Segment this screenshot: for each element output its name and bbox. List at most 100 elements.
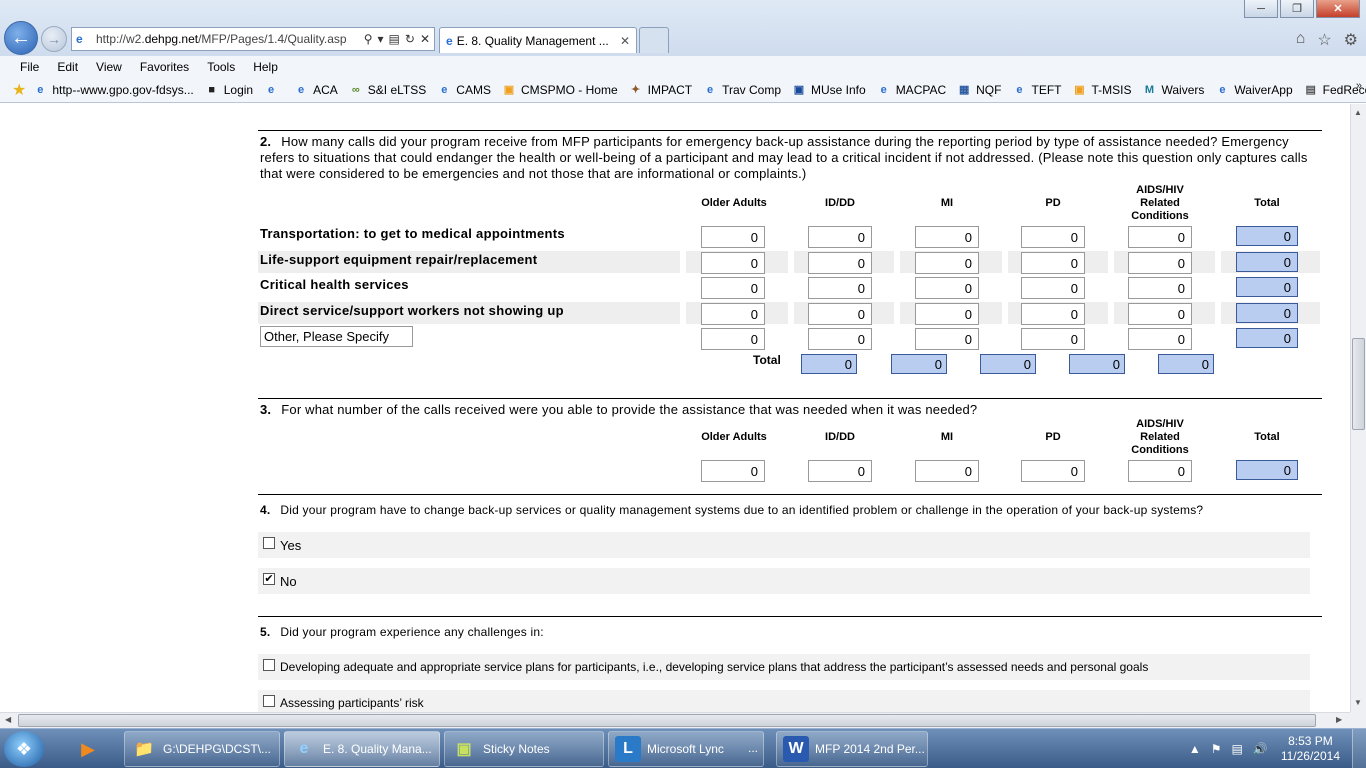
minimize-button[interactable]: ─	[1244, 0, 1278, 18]
menu-favorites[interactable]: Favorites	[131, 60, 198, 74]
menu-view[interactable]: View	[87, 60, 131, 74]
clock[interactable]: 8:53 PM 11/26/2014	[1281, 734, 1340, 764]
media-player-pin[interactable]: ▶	[62, 733, 114, 765]
favorite-link-7[interactable]: ✦ IMPACT	[628, 82, 692, 98]
taskbar-item-1[interactable]: e E. 8. Quality Mana...	[284, 731, 440, 767]
scroll-left-arrow-icon[interactable]: ◀	[5, 715, 11, 724]
count-input[interactable]: 0	[915, 328, 979, 350]
no-checkbox[interactable]: ✔	[263, 573, 275, 585]
taskbar-item-0[interactable]: 📁 G:\DEHPG\DCST\...	[124, 731, 280, 767]
show-hidden-icons-icon[interactable]: ▲	[1189, 742, 1201, 756]
vertical-scrollbar[interactable]: ▲ ▼	[1350, 104, 1366, 712]
favorite-link-6[interactable]: ▣ CMSPMO - Home	[501, 82, 618, 98]
taskbar-item-2[interactable]: ▣ Sticky Notes	[444, 731, 604, 767]
action-center-icon[interactable]: ⚑	[1211, 742, 1222, 756]
taskbar-item-5[interactable]: W MFP 2014 2nd Per...	[776, 731, 928, 767]
refresh-icon[interactable]: ↻	[405, 32, 415, 46]
stop-icon[interactable]: ✕	[420, 32, 430, 46]
vertical-scroll-thumb[interactable]	[1352, 338, 1365, 430]
volume-icon[interactable]: 🔊	[1253, 742, 1268, 756]
tools-gear-icon[interactable]: ⚙	[1344, 30, 1358, 50]
count-input[interactable]: 0	[808, 460, 872, 482]
option-row	[258, 568, 1310, 594]
count-input[interactable]: 0	[1021, 277, 1085, 299]
count-input[interactable]: 0	[1021, 226, 1085, 248]
show-desktop-button[interactable]	[1352, 729, 1366, 769]
favorite-link-0[interactable]: e http--www.gpo.gov-fdsys...	[32, 82, 193, 98]
favorite-link-11[interactable]: ▦ NQF	[956, 82, 1002, 98]
count-input[interactable]: 0	[915, 277, 979, 299]
count-input[interactable]: 0	[1021, 303, 1085, 325]
horizontal-scroll-thumb[interactable]	[18, 714, 1316, 727]
count-input[interactable]: 0	[808, 252, 872, 274]
yes-checkbox[interactable]	[263, 537, 275, 549]
menu-file[interactable]: File	[11, 60, 48, 74]
other-specify-input[interactable]: Other, Please Specify	[260, 326, 413, 347]
count-input[interactable]: 0	[808, 303, 872, 325]
scroll-right-arrow-icon[interactable]: ▶	[1336, 715, 1342, 724]
favorite-link-10[interactable]: e MACPAC	[876, 82, 947, 98]
taskbar-item-3[interactable]: L Microsoft Lync	[608, 731, 764, 767]
compatibility-view-icon[interactable]: ▤	[389, 32, 400, 46]
favorite-link-9[interactable]: ▣ MUse Info	[791, 82, 866, 98]
count-input[interactable]: 0	[701, 226, 765, 248]
developing-a-checkbox[interactable]	[263, 659, 275, 671]
count-input[interactable]: 0	[915, 252, 979, 274]
address-url[interactable]: http://w2.dehpg.net/MFP/Pages/1.4/Qualit…	[96, 32, 364, 46]
favorite-link-2[interactable]: e	[263, 82, 283, 98]
count-input[interactable]: 0	[1021, 252, 1085, 274]
favorite-link-5[interactable]: e CAMS	[436, 82, 491, 98]
dropdown-icon[interactable]: ▾	[378, 32, 384, 46]
menu-edit[interactable]: Edit	[48, 60, 87, 74]
close-window-button[interactable]: ✕	[1316, 0, 1360, 18]
scroll-up-arrow-icon[interactable]: ▲	[1354, 108, 1362, 117]
favorite-link-8[interactable]: e Trav Comp	[702, 82, 781, 98]
count-input[interactable]: 0	[701, 460, 765, 482]
count-input[interactable]: 0	[1128, 252, 1192, 274]
count-input[interactable]: 0	[808, 328, 872, 350]
count-input[interactable]: 0	[701, 303, 765, 325]
favorite-link-4[interactable]: ∞ S&I eLTSS	[348, 82, 426, 98]
menu-tools[interactable]: Tools	[198, 60, 244, 74]
count-input[interactable]: 0	[1021, 460, 1085, 482]
count-input[interactable]: 0	[915, 460, 979, 482]
favorites-overflow-icon[interactable]: »	[1356, 80, 1362, 92]
lync-icon: L	[615, 736, 641, 762]
menu-help[interactable]: Help	[244, 60, 287, 74]
scroll-down-arrow-icon[interactable]: ▼	[1354, 698, 1362, 707]
assessing-pa-checkbox[interactable]	[263, 695, 275, 707]
favorite-link-3[interactable]: e ACA	[293, 82, 338, 98]
count-input[interactable]: 0	[808, 226, 872, 248]
favorites-star-icon[interactable]: ☆	[1317, 30, 1331, 50]
new-tab-button[interactable]	[639, 27, 669, 53]
close-tab-icon[interactable]: ✕	[620, 34, 630, 48]
tab-quality-management[interactable]: e E. 8. Quality Management ... ✕	[439, 27, 637, 53]
count-input[interactable]: 0	[1128, 277, 1192, 299]
forward-button[interactable]: →	[41, 26, 67, 52]
address-bar[interactable]: e http://w2.dehpg.net/MFP/Pages/1.4/Qual…	[71, 27, 435, 51]
search-icon[interactable]: ⚲	[364, 32, 373, 46]
count-input[interactable]: 0	[1128, 328, 1192, 350]
count-input[interactable]: 0	[701, 277, 765, 299]
favorite-link-1[interactable]: ■ Login	[204, 82, 253, 98]
count-input[interactable]: 0	[1128, 226, 1192, 248]
network-icon[interactable]: ▤	[1232, 742, 1243, 756]
home-icon[interactable]: ⌂	[1296, 30, 1306, 50]
back-button[interactable]: ←	[4, 21, 38, 55]
count-input[interactable]: 0	[1128, 303, 1192, 325]
count-input[interactable]: 0	[1021, 328, 1085, 350]
count-input[interactable]: 0	[915, 303, 979, 325]
start-button[interactable]: ❖	[4, 731, 44, 767]
favorite-link-15[interactable]: e WaiverApp	[1214, 82, 1292, 98]
favorite-link-14[interactable]: M Waivers	[1142, 82, 1204, 98]
count-input[interactable]: 0	[1128, 460, 1192, 482]
favorite-link-12[interactable]: e TEFT	[1011, 82, 1061, 98]
favorite-link-13[interactable]: ▣ T-MSIS	[1071, 82, 1131, 98]
horizontal-scrollbar[interactable]: ◀ ▶	[0, 712, 1350, 728]
count-input[interactable]: 0	[701, 252, 765, 274]
restore-button[interactable]: ❐	[1280, 0, 1314, 18]
count-input[interactable]: 0	[915, 226, 979, 248]
count-input[interactable]: 0	[808, 277, 872, 299]
favorites-star-icon[interactable]: ★	[12, 80, 26, 100]
count-input[interactable]: 0	[701, 328, 765, 350]
